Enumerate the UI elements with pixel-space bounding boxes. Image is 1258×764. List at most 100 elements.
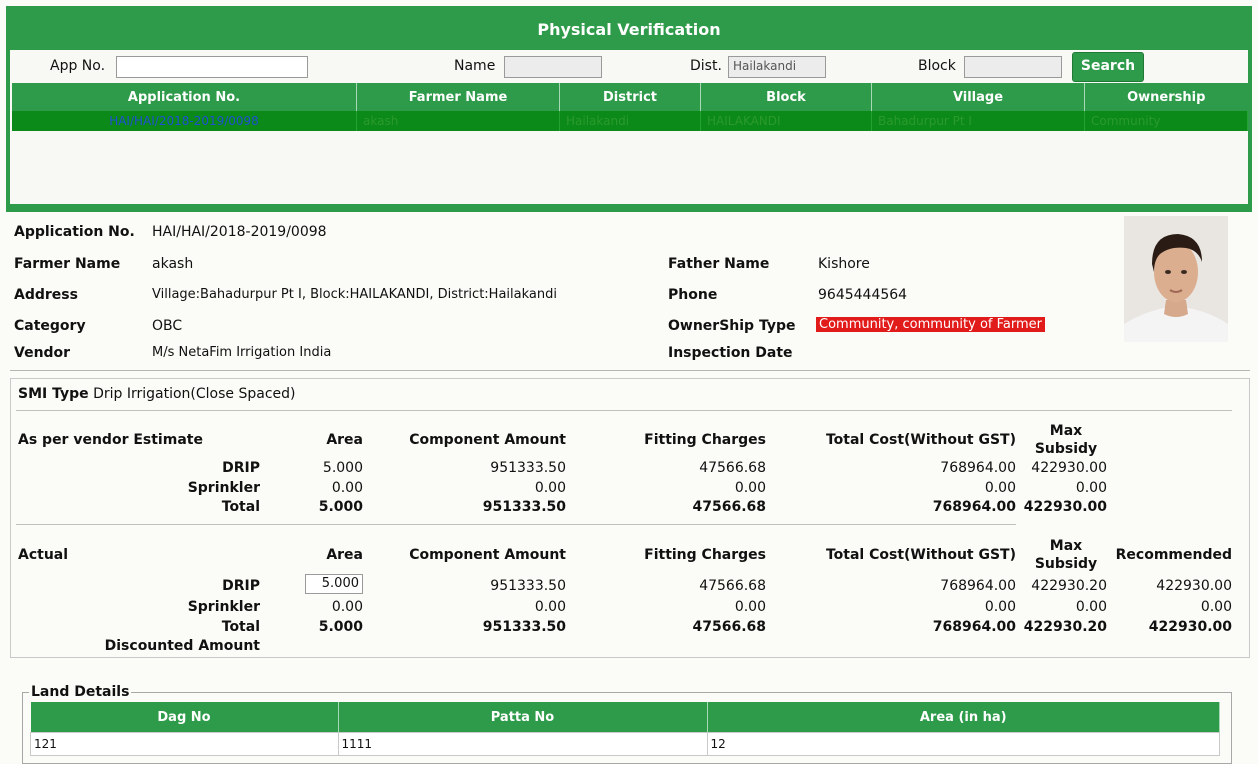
land-col-dag-no: Dag No [30, 702, 339, 733]
land-details-table: Dag No Patta No Area (in ha) 121 1111 12 [30, 702, 1220, 756]
land-col-area: Area (in ha) [707, 702, 1220, 733]
category-label: Category [14, 318, 86, 334]
divider [16, 410, 1232, 411]
name-input[interactable] [504, 56, 602, 78]
farmer-name-value: akash [152, 256, 194, 272]
estimate-col-max-subsidy: Max Subsidy [1034, 423, 1098, 457]
estimate-drip-fitting: 47566.68 [699, 460, 766, 476]
dist-label: Dist. [690, 58, 722, 74]
actual-row-label: Sprinkler [187, 599, 260, 615]
estimate-total-max: 422930.00 [1023, 499, 1107, 515]
phone-label: Phone [668, 287, 718, 303]
actual-drip-recommended: 422930.00 [1156, 578, 1232, 594]
cell-farmer-name: akash [356, 111, 560, 131]
estimate-total-area: 5.000 [318, 499, 363, 515]
estimate-drip-area: 5.000 [322, 460, 363, 476]
address-label: Address [14, 287, 78, 303]
actual-total-recommended: 422930.00 [1148, 619, 1232, 635]
name-label: Name [454, 58, 496, 74]
land-cell-dag-no: 121 [30, 732, 339, 756]
section-divider [6, 208, 1252, 212]
father-name-value: Kishore [818, 256, 870, 272]
actual-col-total: Total Cost(Without GST) [825, 547, 1016, 563]
col-header-ownership[interactable]: Ownership [1084, 83, 1248, 111]
smi-type-label: SMI Type [18, 386, 89, 402]
phone-value: 9645444564 [818, 287, 908, 303]
estimate-sprinkler-area: 0.00 [331, 480, 363, 496]
ownership-type-value: Community, community of Farmer [816, 317, 1045, 332]
actual-sprinkler-total: 0.00 [984, 599, 1016, 615]
block-label: Block [918, 58, 956, 74]
estimate-col-total: Total Cost(Without GST) [825, 432, 1016, 448]
app-no-label: App No. [50, 58, 106, 74]
smi-type: SMI Type Drip Irrigation(Close Spaced) [18, 386, 296, 402]
actual-sprinkler-recommended: 0.00 [1200, 599, 1232, 615]
estimate-drip-total: 768964.00 [940, 460, 1016, 476]
discounted-amount-label: Discounted Amount [104, 638, 260, 654]
block-input[interactable] [964, 56, 1062, 78]
actual-col-component: Component Amount [409, 547, 566, 563]
category-value: OBC [152, 318, 183, 334]
estimate-heading: As per vendor Estimate [18, 432, 203, 448]
app-no-detail-value: HAI/HAI/2018-2019/0098 [152, 224, 327, 240]
cell-village: Bahadurpur Pt I [871, 111, 1085, 131]
land-cell-patta-no: 1111 [337, 732, 708, 756]
table-row[interactable]: HAI/HAI/2018-2019/0098 akash Hailakandi … [12, 111, 1248, 131]
smi-section [10, 378, 1250, 658]
cell-application-no[interactable]: HAI/HAI/2018-2019/0098 [12, 111, 357, 131]
page-title: Physical Verification [10, 10, 1248, 50]
col-header-village[interactable]: Village [871, 83, 1085, 111]
actual-col-fitting: Fitting Charges [644, 547, 766, 563]
actual-drip-total: 768964.00 [940, 578, 1016, 594]
cell-ownership: Community [1084, 111, 1248, 131]
actual-sprinkler-component: 0.00 [534, 599, 566, 615]
actual-total-component: 951333.50 [482, 619, 566, 635]
farmer-name-label: Farmer Name [14, 256, 121, 272]
farmer-photo [1124, 216, 1228, 342]
estimate-col-component: Component Amount [409, 432, 566, 448]
estimate-total-total: 768964.00 [932, 499, 1016, 515]
estimate-row-label: DRIP [222, 460, 260, 476]
actual-total-fitting: 47566.68 [692, 619, 766, 635]
estimate-sprinkler-fitting: 0.00 [734, 480, 766, 496]
app-no-detail-label: Application No. [14, 224, 135, 240]
actual-drip-area-input[interactable]: 5.000 [305, 574, 363, 594]
actual-heading: Actual [18, 547, 69, 563]
col-header-application-no[interactable]: Application No. [12, 83, 357, 111]
cell-district: Hailakandi [559, 111, 701, 131]
vendor-label: Vendor [14, 345, 71, 361]
divider [10, 370, 1250, 371]
dist-input[interactable]: Hailakandi [728, 56, 826, 78]
land-details-legend: Land Details [31, 684, 130, 700]
estimate-drip-component: 951333.50 [490, 460, 566, 476]
app-no-input[interactable] [116, 56, 308, 78]
actual-drip-max: 422930.20 [1031, 578, 1107, 594]
estimate-col-fitting: Fitting Charges [644, 432, 766, 448]
estimate-row-label: Total [221, 499, 260, 515]
estimate-sprinkler-component: 0.00 [534, 480, 566, 496]
farmer-photo-icon [1124, 216, 1228, 342]
estimate-drip-max: 422930.00 [1031, 460, 1107, 476]
physical-verification-panel: Physical Verification App No. Name Dist.… [6, 6, 1252, 208]
vendor-value: M/s NetaFim Irrigation India [152, 345, 332, 360]
address-value: Village:Bahadurpur Pt I, Block:HAILAKAND… [152, 287, 557, 302]
estimate-sprinkler-max: 0.00 [1075, 480, 1107, 496]
actual-sprinkler-max: 0.00 [1075, 599, 1107, 615]
actual-sprinkler-fitting: 0.00 [734, 599, 766, 615]
table-row: 121 1111 12 [30, 732, 1220, 756]
estimate-row-label: Sprinkler [187, 480, 260, 496]
father-name-label: Father Name [668, 256, 770, 272]
actual-sprinkler-area: 0.00 [331, 599, 363, 615]
actual-col-area: Area [326, 547, 363, 563]
col-header-block[interactable]: Block [700, 83, 872, 111]
actual-total-total: 768964.00 [932, 619, 1016, 635]
col-header-district[interactable]: District [559, 83, 701, 111]
estimate-total-fitting: 47566.68 [692, 499, 766, 515]
actual-col-recommended: Recommended [1115, 547, 1232, 563]
col-header-farmer-name[interactable]: Farmer Name [356, 83, 560, 111]
actual-row-label: DRIP [222, 578, 260, 594]
search-button[interactable]: Search [1072, 52, 1144, 82]
actual-row-label: Total [221, 619, 260, 635]
actual-drip-fitting: 47566.68 [699, 578, 766, 594]
actual-total-max: 422930.20 [1023, 619, 1107, 635]
